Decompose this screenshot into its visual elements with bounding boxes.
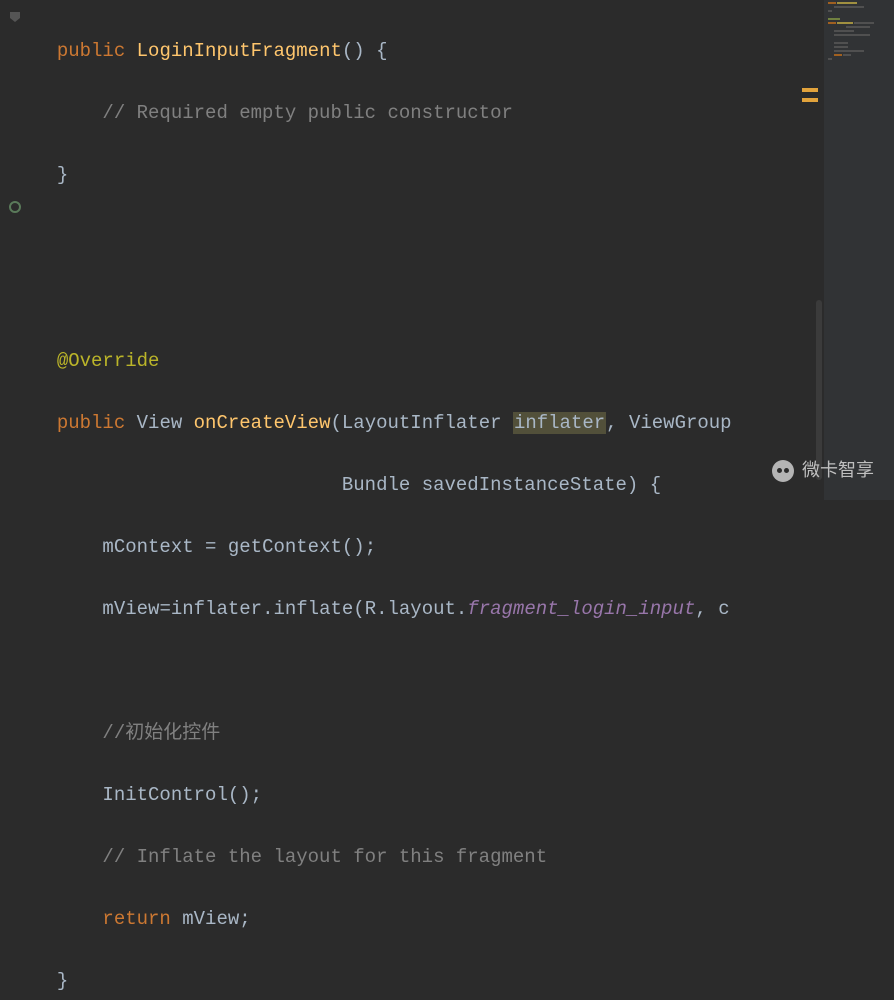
constructor-name: LoginInputFragment (137, 40, 342, 62)
param-savedstate: savedInstanceState (422, 474, 627, 496)
keyword-public: public (57, 40, 125, 62)
method-inflate: inflate (273, 598, 353, 620)
warning-indicator-1[interactable] (802, 88, 818, 92)
type-layoutinflater: LayoutInflater (342, 412, 502, 434)
close-brace: } (57, 164, 68, 186)
keyword-public-2: public (57, 412, 125, 434)
call-initcontrol: InitControl (102, 784, 227, 806)
r-layout-prefix: R.layout. (365, 598, 468, 620)
param-inflater-highlighted: inflater (513, 412, 606, 434)
scrollbar-thumb[interactable] (816, 300, 822, 480)
keyword-return: return (102, 908, 170, 930)
truncated-param: c (718, 598, 729, 620)
call-getcontext: getContext (228, 536, 342, 558)
var-mview: mView (102, 598, 159, 620)
layout-resource-name: fragment_login_input (467, 598, 695, 620)
wechat-icon (772, 460, 794, 482)
comment-inflate: // Inflate the layout for this fragment (102, 846, 547, 868)
comment-constructor: // Required empty public constructor (102, 102, 512, 124)
var-mcontext: mContext (102, 536, 193, 558)
watermark: 微卡智享 (772, 455, 874, 486)
minimap[interactable] (824, 0, 894, 500)
warning-indicator-2[interactable] (802, 98, 818, 102)
var-inflater: inflater (171, 598, 262, 620)
type-bundle: Bundle (342, 474, 410, 496)
return-type: View (137, 412, 183, 434)
override-annotation: @Override (57, 350, 160, 372)
watermark-text: 微卡智享 (802, 455, 874, 486)
type-viewgroup: ViewGroup (629, 412, 732, 434)
comment-init: //初始化控件 (102, 722, 220, 744)
close-brace-method: } (57, 970, 68, 992)
method-oncreateview: onCreateView (194, 412, 331, 434)
code-editor[interactable]: public LoginInputFragment() { // Require… (0, 0, 810, 500)
parens-brace: () { (342, 40, 388, 62)
minimap-content (824, 0, 894, 64)
var-mview-return: mView (182, 908, 239, 930)
code-content: public LoginInputFragment() { // Require… (0, 5, 810, 1000)
